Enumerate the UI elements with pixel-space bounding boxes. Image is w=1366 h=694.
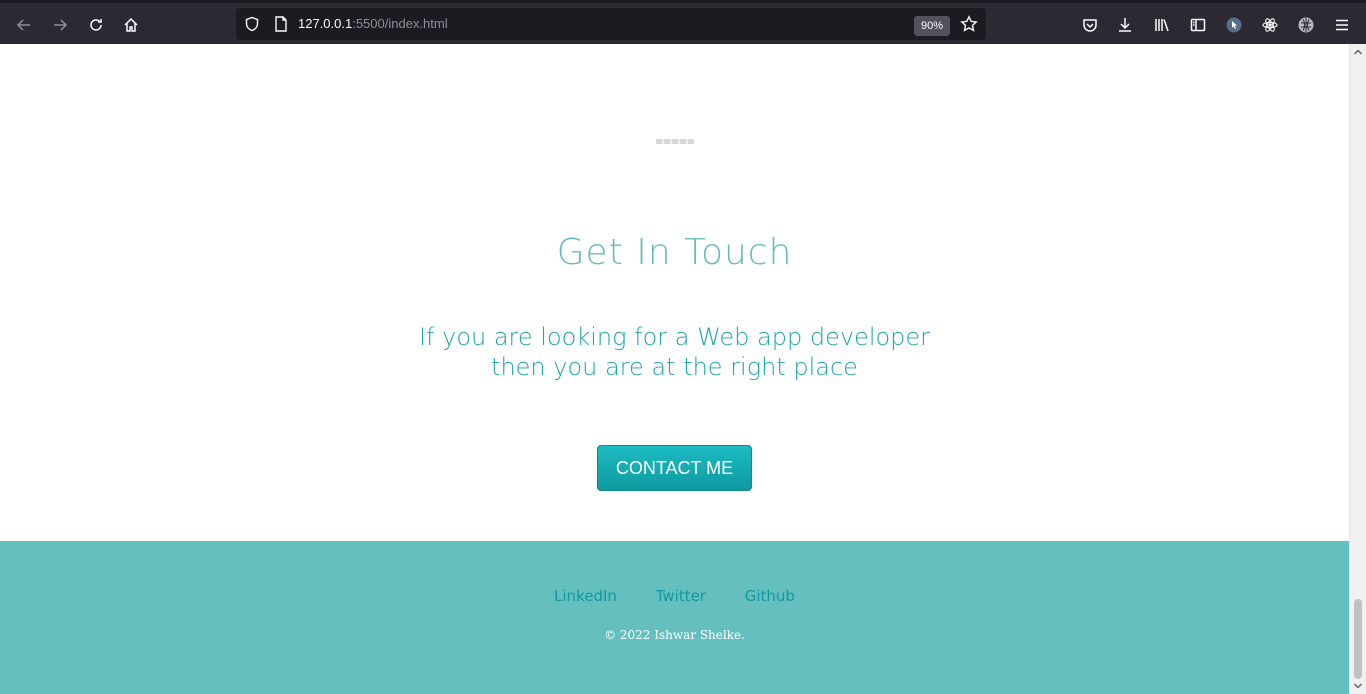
browser-toolbar: 127.0.0.1:5500/index.html 90%	[0, 0, 1366, 44]
url-bar[interactable]: 127.0.0.1:5500/index.html 90%	[236, 8, 986, 40]
tagline-line-2: then you are at the right place	[491, 353, 858, 381]
download-icon	[1119, 18, 1131, 32]
library-button[interactable]	[1148, 11, 1176, 39]
copyright-text: © 2022 Ishwar Shelke.	[604, 628, 745, 642]
footer-links: LinkedIn Twitter Github	[0, 587, 1349, 605]
footer-link-github[interactable]: Github	[745, 587, 795, 605]
reload-icon	[90, 19, 102, 31]
bookmark-star-icon[interactable]	[960, 15, 978, 33]
url-text[interactable]: 127.0.0.1:5500/index.html	[298, 16, 448, 31]
hamburger-menu-icon	[1336, 19, 1348, 31]
zoom-badge[interactable]: 90%	[914, 16, 950, 36]
url-path: :5500/index.html	[352, 16, 448, 31]
contact-me-button[interactable]: CONTACT ME	[597, 445, 752, 491]
react-devtools-button[interactable]	[1256, 11, 1284, 39]
footer: LinkedIn Twitter Github © 2022 Ishwar Sh…	[0, 541, 1349, 694]
tagline-line-1: If you are looking for a Web app develop…	[418, 323, 931, 351]
home-button[interactable]	[117, 11, 145, 39]
library-icon	[1155, 19, 1169, 32]
extension-globe-button[interactable]	[1292, 11, 1320, 39]
pocket-icon	[1083, 19, 1097, 32]
react-icon	[1262, 18, 1278, 32]
globe-extension-icon	[1298, 17, 1314, 33]
reload-button[interactable]	[82, 11, 110, 39]
arrow-left-icon	[16, 19, 30, 31]
scrollbar-thumb[interactable]	[1354, 599, 1362, 679]
broken-image-placeholder	[656, 139, 694, 144]
sidebar-button[interactable]	[1184, 11, 1212, 39]
cursor-extension-icon	[1226, 17, 1242, 33]
footer-link-twitter[interactable]: Twitter	[656, 587, 706, 605]
sidebar-icon	[1190, 18, 1206, 32]
back-button[interactable]	[10, 11, 38, 39]
menu-button[interactable]	[1328, 11, 1356, 39]
contact-heading: Get In Touch	[556, 232, 793, 273]
vertical-scrollbar[interactable]	[1349, 44, 1366, 694]
url-host: 127.0.0.1	[298, 16, 353, 31]
extension-cursor-button[interactable]	[1220, 11, 1248, 39]
home-icon	[124, 17, 138, 32]
footer-link-linkedin[interactable]: LinkedIn	[554, 587, 617, 605]
contact-tagline: If you are looking for a Web app develop…	[0, 322, 1349, 382]
forward-button[interactable]	[46, 11, 74, 39]
chevron-down-icon[interactable]	[1353, 681, 1363, 691]
page-icon[interactable]	[274, 16, 288, 32]
chevron-up-icon[interactable]	[1353, 47, 1363, 57]
pocket-button[interactable]	[1076, 11, 1104, 39]
page-content: Get In Touch If you are looking for a We…	[0, 44, 1349, 694]
downloads-button[interactable]	[1111, 11, 1139, 39]
shield-icon[interactable]	[244, 16, 260, 32]
arrow-right-icon	[54, 19, 68, 31]
